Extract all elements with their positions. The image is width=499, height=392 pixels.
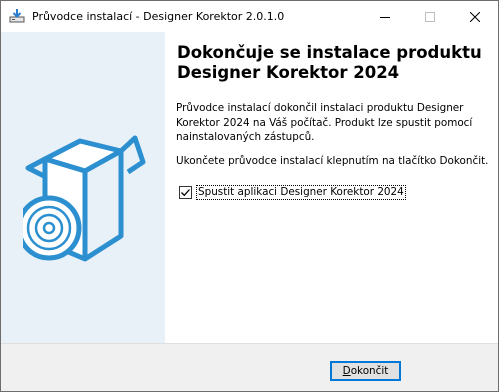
window-title: Průvodce instalací - Designer Korektor 2… xyxy=(32,10,285,23)
installer-window: Průvodce instalací - Designer Korektor 2… xyxy=(0,0,499,392)
content-area: Dokončuje se instalace produktu Designer… xyxy=(165,32,498,343)
side-banner xyxy=(1,32,165,343)
minimize-button[interactable] xyxy=(362,1,407,32)
close-icon xyxy=(469,11,480,22)
finish-button[interactable]: Dokončit xyxy=(330,361,401,381)
title-bar[interactable]: Průvodce instalací - Designer Korektor 2… xyxy=(1,1,498,32)
launch-app-label[interactable]: Spustit aplikaci Designer Korektor 2024 xyxy=(196,184,406,200)
completion-message: Průvodce instalací dokončil instalaci pr… xyxy=(176,102,473,143)
installer-icon xyxy=(9,8,25,24)
launch-app-option[interactable]: Spustit aplikaci Designer Korektor 2024 xyxy=(179,184,406,200)
close-button[interactable] xyxy=(452,1,497,32)
finish-instruction: Ukončete průvodce instalací klepnutím na… xyxy=(176,155,489,167)
button-bar: Dokončit xyxy=(1,343,498,391)
maximize-button[interactable] xyxy=(407,1,452,32)
page-heading: Dokončuje se instalace produktu Designer… xyxy=(177,43,482,82)
launch-app-checkbox[interactable] xyxy=(179,185,192,199)
finish-accesskey: D xyxy=(342,365,351,377)
maximize-icon xyxy=(424,11,435,22)
minimize-icon xyxy=(379,16,390,18)
checkmark-icon xyxy=(181,188,190,196)
finish-label: okončit xyxy=(350,365,389,377)
box-with-disc-icon xyxy=(16,132,153,270)
